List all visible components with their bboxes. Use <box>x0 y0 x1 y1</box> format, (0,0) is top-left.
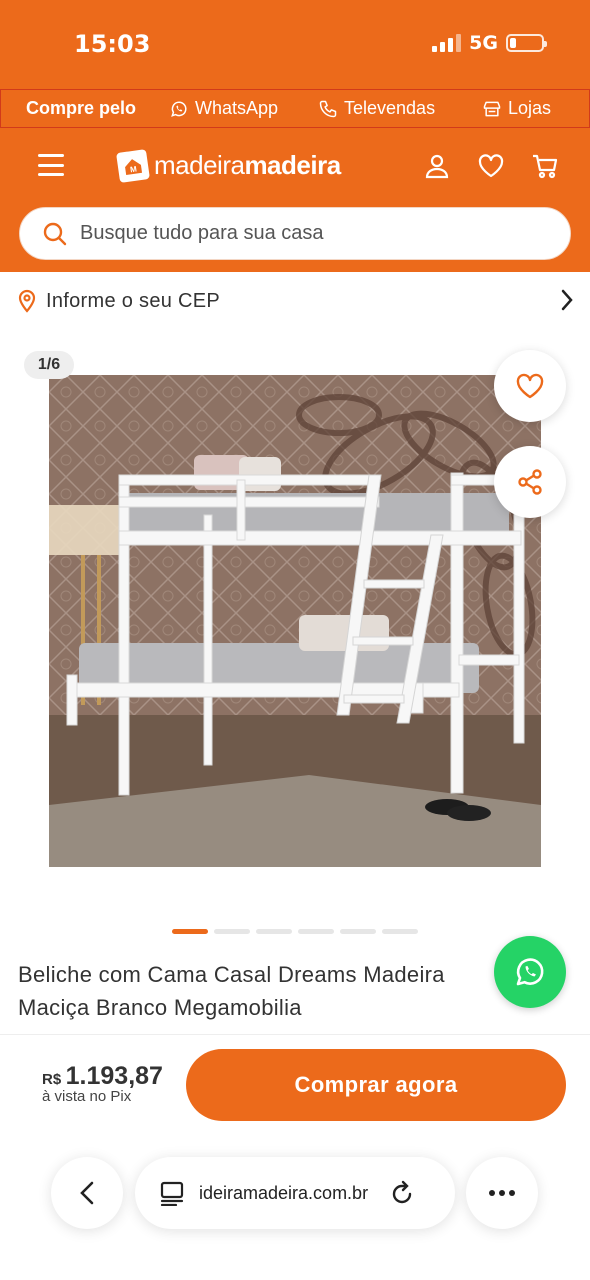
phone-icon <box>319 100 337 117</box>
product-image[interactable] <box>49 375 541 867</box>
contact-lead: Compre pelo <box>26 98 137 118</box>
logo[interactable]: M madeiramadeira <box>116 148 341 183</box>
favorite-button[interactable] <box>494 350 566 422</box>
browser-back-button[interactable] <box>51 1157 123 1229</box>
logo-text-bold: madeira <box>244 150 341 180</box>
heart-icon[interactable] <box>477 152 505 180</box>
cart-icon[interactable] <box>531 152 559 180</box>
cep-selector[interactable]: Informe o seu CEP <box>18 285 574 317</box>
televendas-link[interactable]: Televendas <box>318 98 435 119</box>
location-pin-icon <box>18 289 36 313</box>
status-time: 15:03 <box>74 30 151 58</box>
pagination-dot[interactable] <box>298 929 334 934</box>
price: R$ 1.193,87 <box>42 1062 163 1091</box>
price-note: à vista no Pix <box>42 1088 132 1105</box>
whatsapp-link-label: WhatsApp <box>195 98 279 118</box>
pagination-dot[interactable] <box>382 929 418 934</box>
contact-strip: Compre pelo WhatsApp Televendas Lojas <box>0 89 590 128</box>
more-dots-icon <box>489 1190 515 1196</box>
share-icon <box>518 469 542 495</box>
reload-icon[interactable] <box>389 1179 415 1207</box>
price-value: 1.193,87 <box>65 1062 163 1090</box>
televendas-link-label: Televendas <box>344 98 436 118</box>
lojas-link-label: Lojas <box>508 98 552 118</box>
pagination-dot[interactable] <box>172 929 208 934</box>
pagination-dot[interactable] <box>256 929 292 934</box>
whatsapp-icon <box>171 101 187 117</box>
store-icon <box>483 101 501 116</box>
network-label: 5G <box>469 32 498 54</box>
cep-label: Informe o seu CEP <box>46 289 221 312</box>
search-icon <box>43 222 67 245</box>
gallery-pagination[interactable] <box>172 929 418 934</box>
chevron-right-icon <box>561 289 573 311</box>
search-input[interactable]: Busque tudo para sua casa <box>19 207 571 260</box>
browser-url-bar[interactable]: ideiramadeira.com.br <box>135 1157 455 1229</box>
image-counter: 1/6 <box>24 351 74 379</box>
product-title: Beliche com Cama Casal Dreams Madeira Ma… <box>18 962 445 1020</box>
pagination-dot[interactable] <box>214 929 250 934</box>
reader-icon[interactable] <box>159 1180 185 1206</box>
bunk-bed-photo <box>49 375 541 867</box>
lojas-link[interactable]: Lojas <box>482 98 551 119</box>
status-indicators: 5G <box>432 32 547 54</box>
chevron-left-icon <box>80 1181 94 1205</box>
whatsapp-link[interactable]: WhatsApp <box>169 98 278 119</box>
whatsapp-chat-button[interactable] <box>494 936 566 1008</box>
browser-more-button[interactable] <box>466 1157 538 1229</box>
price-currency: R$ <box>42 1071 62 1088</box>
buy-now-button[interactable]: Comprar agora <box>186 1049 566 1121</box>
logo-text-light: madeira <box>154 150 245 180</box>
menu-icon[interactable] <box>38 154 64 176</box>
share-button[interactable] <box>494 446 566 518</box>
whatsapp-icon <box>516 958 544 986</box>
search-placeholder: Busque tudo para sua casa <box>80 222 324 244</box>
signal-icon <box>432 34 462 52</box>
logo-house-icon: M <box>116 148 150 183</box>
url-text: ideiramadeira.com.br <box>199 1182 369 1203</box>
user-icon[interactable] <box>423 152 451 180</box>
heart-outline-icon <box>516 373 544 399</box>
battery-icon <box>506 34 547 52</box>
pagination-dot[interactable] <box>340 929 376 934</box>
